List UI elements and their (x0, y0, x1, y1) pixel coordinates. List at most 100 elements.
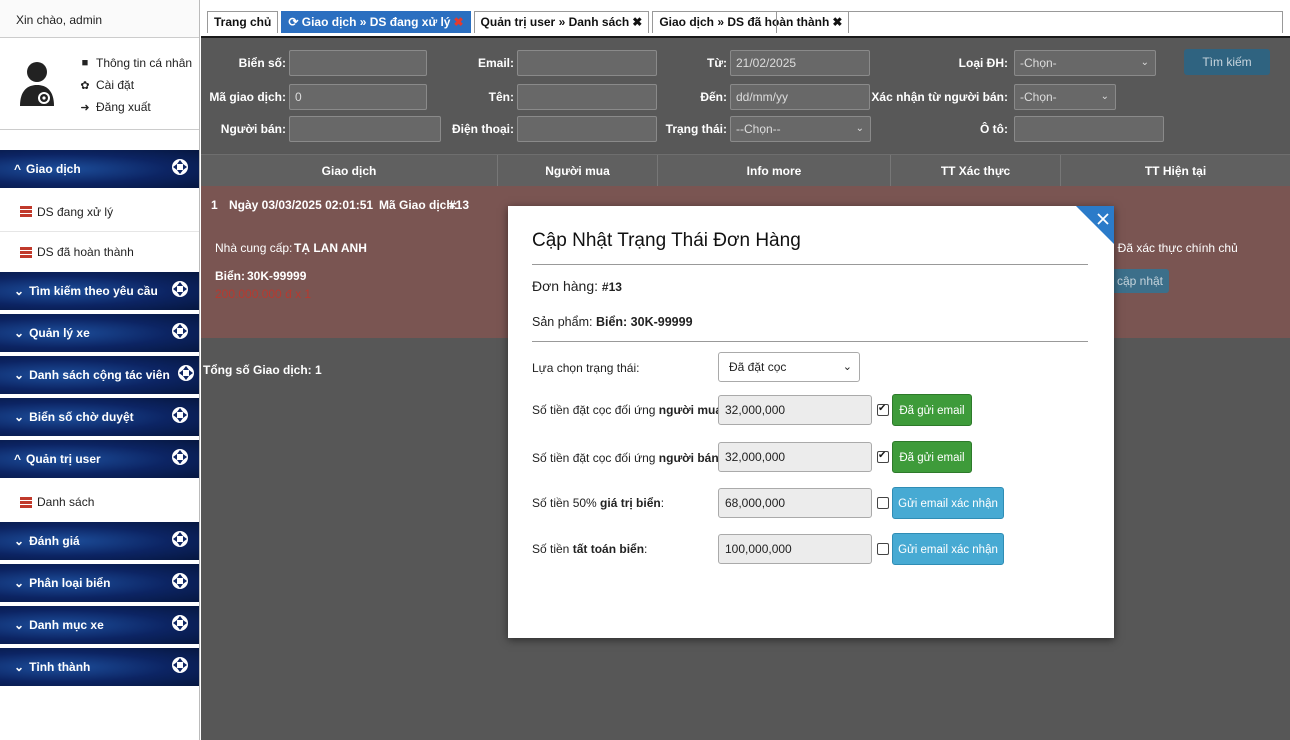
dien-thoai-input[interactable] (517, 116, 657, 142)
row-ncc-value: TẠ LAN ANH (294, 241, 367, 255)
profile-info-link[interactable]: ■ Thông tin cá nhân (78, 52, 192, 74)
move-icon[interactable] (171, 158, 189, 176)
deposit-seller-input[interactable]: 32,000,000 (718, 442, 872, 472)
nav-section-label: Quản trị user (26, 452, 101, 466)
nav-section-tinh-thanh[interactable]: ⌄ Tỉnh thành (0, 648, 199, 690)
nav-section-label: Quản lý xe (29, 326, 90, 340)
settings-link[interactable]: ✿ Cài đặt (78, 74, 192, 96)
table-header: Giao dịch Người mua Info more TT Xác thự… (201, 154, 1290, 187)
filter-panel: Biển số: Mã giao dịch: 0 Người bán: Emai… (201, 38, 1290, 153)
nav-section-label: Danh sách cộng tác viên (29, 368, 170, 382)
sidebar-item-danh-sach[interactable]: Danh sách (0, 482, 199, 522)
row-ma-gd-label: Mã Giao dịch: (379, 198, 458, 212)
refresh-icon[interactable]: ⟳ (288, 15, 298, 29)
sidebar-item-ds-da-hoan-thanh[interactable]: DS đã hoàn thành (0, 232, 199, 272)
divider (532, 341, 1088, 342)
col-info-more: Info more (658, 155, 891, 187)
nav-section-cong-tac-vien[interactable]: ⌄ Danh sách cộng tác viên (0, 356, 199, 398)
total-value: 1 (315, 363, 322, 377)
close-icon[interactable]: ✖ (453, 15, 463, 29)
deposit-seller-checkbox[interactable] (877, 450, 889, 463)
half-value-input[interactable]: 68,000,000 (718, 488, 872, 518)
move-icon[interactable] (171, 322, 189, 340)
oto-input[interactable] (1014, 116, 1164, 142)
move-icon[interactable] (171, 280, 189, 298)
close-icon[interactable]: ✖ (632, 15, 642, 29)
nav-section-label: Phân loại biển (29, 576, 111, 590)
move-icon[interactable] (171, 530, 189, 548)
logout-label: Đăng xuất (96, 100, 151, 114)
nav-section-giao-dich[interactable]: ^ Giao dịch (0, 150, 199, 192)
xac-nhan-label: Xác nhận từ người bán: (871, 90, 1008, 104)
profile-info-label: Thông tin cá nhân (96, 56, 193, 70)
sidebar: Xin chào, admin ■ Thông tin cá nhân ✿ Cà… (0, 0, 200, 740)
nav-section-danh-muc-xe[interactable]: ⌄ Danh mục xe (0, 606, 199, 648)
nav-section-label: Giao dịch (26, 162, 81, 176)
nav-section-quan-tri-user[interactable]: ^ Quản trị user (0, 440, 199, 482)
tab-label: Giao dịch » DS đang xử lý (301, 15, 451, 29)
row-price: 200.000.000 đ x 1 (215, 287, 312, 301)
loai-dh-select[interactable]: -Chọn- ⌄ (1014, 50, 1156, 76)
settlement-input[interactable]: 100,000,000 (718, 534, 872, 564)
deposit-buyer-input[interactable]: 32,000,000 (718, 395, 872, 425)
row-date: Ngày 03/03/2025 02:01:51 (229, 198, 374, 212)
trang-thai-select[interactable]: --Chọn-- ⌄ (730, 116, 871, 142)
move-icon[interactable] (171, 572, 189, 590)
deposit-seller-email-button[interactable]: Đã gửi email (892, 441, 972, 473)
tu-date-input[interactable]: 21/02/2025 (730, 50, 870, 76)
product-value: Biển: 30K-99999 (595, 315, 693, 329)
tab-quan-tri-user[interactable]: Quản trị user » Danh sách ✖ (473, 11, 650, 33)
list-icon (20, 206, 32, 217)
tab-trang-chu[interactable]: Trang chủ (207, 11, 279, 33)
move-icon[interactable] (177, 364, 195, 382)
move-icon[interactable] (171, 614, 189, 632)
total-count: Tổng số Giao dịch: 1 (203, 363, 322, 377)
update-button[interactable]: cập nhật (1111, 269, 1169, 293)
chevron-down-icon: ⌄ (842, 361, 852, 373)
deposit-buyer-checkbox[interactable] (877, 403, 889, 416)
search-button[interactable]: Tìm kiếm (1184, 49, 1270, 75)
chevron-down-icon: ⌄ (1140, 57, 1149, 68)
order-label: Đơn hàng: (532, 278, 599, 294)
close-icon[interactable] (1076, 206, 1114, 244)
tab-ds-dang-xu-ly[interactable]: ⟳ Giao dịch » DS đang xử lý ✖ (281, 11, 471, 33)
settlement-checkbox[interactable] (877, 543, 889, 555)
den-date-input[interactable]: dd/mm/yy (730, 84, 870, 110)
total-label: Tổng số Giao dịch: (203, 363, 312, 377)
bien-so-input[interactable] (289, 50, 427, 76)
chevron-down-icon: ⌄ (855, 123, 864, 134)
move-icon[interactable] (171, 448, 189, 466)
row-tt-xac-thuc: : Đã xác thực chính chủ (1111, 241, 1238, 255)
divider (532, 264, 1088, 265)
half-value-email-button[interactable]: Gửi email xác nhận (892, 487, 1004, 519)
nav-section-quan-ly-xe[interactable]: ⌄ Quản lý xe (0, 314, 199, 356)
status-select[interactable]: Đã đặt cọc ⌄ (718, 352, 860, 382)
nav-section-label: Danh mục xe (29, 618, 104, 632)
logout-link[interactable]: ➜ Đăng xuất (78, 96, 192, 118)
chevron-down-icon: ⌄ (14, 410, 25, 424)
ma-giao-dich-input[interactable]: 0 (289, 84, 427, 110)
status-label: Lựa chọn trạng thái: (532, 361, 640, 375)
email-input[interactable] (517, 50, 657, 76)
deposit-buyer-email-button[interactable]: Đã gửi email (892, 394, 972, 426)
move-icon[interactable] (171, 406, 189, 424)
half-value-checkbox[interactable] (877, 497, 889, 509)
nav-section-bien-so-cho-duyet[interactable]: ⌄ Biển số chờ duyệt (0, 398, 199, 440)
nguoi-ban-input[interactable] (289, 116, 441, 142)
settlement-email-button[interactable]: Gửi email xác nhận (892, 533, 1004, 565)
trang-thai-label: Trạng thái: (665, 122, 727, 136)
col-tt-hien-tai: TT Hiện tại (1144, 164, 1207, 178)
status-select-value: Đã đặt cọc (729, 360, 787, 374)
ma-giao-dich-label: Mã giao dịch: (209, 90, 286, 104)
ten-input[interactable] (517, 84, 657, 110)
nav-section-danh-gia[interactable]: ⌄ Đánh giá (0, 522, 199, 564)
col-giao-dich: Giao dịch (201, 155, 498, 187)
sidebar-item-ds-dang-xu-ly[interactable]: DS đang xử lý (0, 192, 199, 232)
tab-strip-filler (776, 11, 1283, 33)
email-label: Email: (477, 56, 514, 70)
move-icon[interactable] (171, 656, 189, 674)
row-ncc-label: Nhà cung cấp: (215, 241, 293, 255)
nav-section-tim-kiem[interactable]: ⌄ Tìm kiếm theo yêu cầu (0, 272, 199, 314)
xac-nhan-select[interactable]: -Chọn- ⌄ (1014, 84, 1116, 110)
nav-section-phan-loai-bien[interactable]: ⌄ Phân loại biển (0, 564, 199, 606)
